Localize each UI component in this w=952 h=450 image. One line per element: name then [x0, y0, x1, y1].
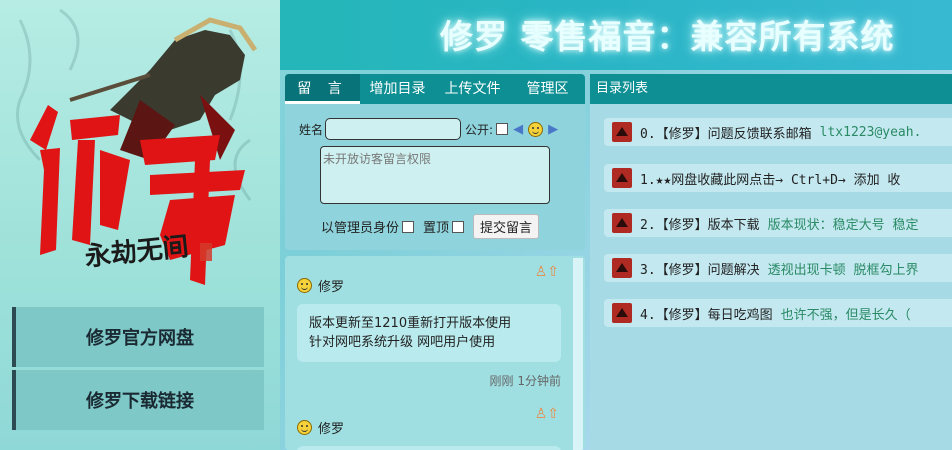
- top-arrow-icon[interactable]: ⇧: [547, 406, 559, 422]
- directory-item-title: 0.【修罗】问题反馈联系邮箱: [640, 126, 812, 142]
- submit-message-button[interactable]: 提交留言: [473, 214, 540, 239]
- smiley-icon: [297, 277, 312, 293]
- admin-checkbox[interactable]: [402, 220, 415, 233]
- directory-item-title: 3.【修罗】问题解决: [640, 262, 760, 278]
- nav-label: 修罗下载链接: [86, 391, 194, 412]
- directory-panel: 目录列表 0.【修罗】问题反馈联系邮箱 ltx1223@yeah. 1.★★网盘…: [590, 74, 952, 450]
- folder-icon: [612, 258, 632, 278]
- pin-checkbox[interactable]: [452, 220, 465, 233]
- submit-row: 以管理员身份 置顶 提交留言: [321, 214, 540, 239]
- message-author: 修罗: [318, 279, 345, 295]
- message-header: 修罗: [297, 418, 561, 437]
- directory-item[interactable]: 4.【修罗】每日吃鸡图 也许不强，但是长久（: [604, 299, 952, 327]
- logo-subtitle: 永劫无间: [84, 232, 191, 273]
- smiley-icon: [297, 419, 312, 435]
- directory-item[interactable]: 0.【修罗】问题反馈联系邮箱 ltx1223@yeah.: [604, 118, 952, 146]
- logo-artwork: 永劫无间: [16, 8, 258, 285]
- message-list: ♙⇧ 修罗 版本更新至1210重新打开版本使用 针对网吧系统升级 网吧用户使用 …: [285, 256, 585, 450]
- list-item: ♙⇧ 修罗 版本更新至1210重新打开版本使用 针对网吧系统升级 网吧用户使用 …: [297, 264, 561, 389]
- directory-item-desc: ltx1223@yeah.: [819, 124, 922, 140]
- scrollbar[interactable]: [573, 258, 583, 450]
- folder-icon: [612, 213, 632, 233]
- nav-official-netdisk[interactable]: 修罗官方网盘: [12, 307, 264, 367]
- user-icon[interactable]: ♙: [535, 406, 548, 422]
- tab-bar: 留 言 增加目录 上传文件 管理区: [285, 74, 585, 104]
- message-time: 刚刚 1分钟前: [489, 374, 561, 388]
- message-body: 版本更新至1210重新打开版本使用 针对网吧系统升级 网吧用户使用: [297, 304, 561, 362]
- message-header: 修罗: [297, 276, 561, 295]
- folder-icon: [612, 303, 632, 323]
- admin-label: 以管理员身份: [321, 221, 400, 236]
- directory-item[interactable]: 3.【修罗】问题解决 透视出现卡顿 脱框勾上界: [604, 254, 952, 282]
- name-label: 姓名: [299, 122, 324, 137]
- nav-download-links[interactable]: 修罗下载链接: [12, 370, 264, 430]
- message-line: 针对网吧系统升级 网吧用户使用: [309, 335, 496, 350]
- folder-icon: [612, 168, 632, 188]
- tab-add-directory[interactable]: 增加目录: [360, 74, 435, 104]
- next-emoji-icon[interactable]: ▶: [548, 122, 558, 137]
- directory-item[interactable]: 1.★★网盘收藏此网点击→ Ctrl+D→ 添加 收: [604, 164, 952, 192]
- smiley-icon[interactable]: [528, 121, 544, 137]
- tab-admin[interactable]: 管理区: [510, 74, 585, 104]
- message-placeholder: 未开放访客留言权限: [323, 152, 432, 166]
- name-row: 姓名 公开: ◀ ▶: [299, 118, 560, 140]
- nav-label: 修罗官方网盘: [86, 328, 194, 349]
- public-label: 公开:: [465, 122, 494, 137]
- message-panel: 留 言 增加目录 上传文件 管理区 姓名 公开: ◀ ▶ 未开放访客留言权限 以…: [285, 74, 585, 250]
- message-textarea[interactable]: 未开放访客留言权限: [320, 146, 550, 204]
- directory-title: 目录列表: [590, 74, 952, 104]
- directory-item-title: 4.【修罗】每日吃鸡图: [640, 307, 773, 323]
- message-line: 版本更新至1210重新打开版本使用: [309, 316, 512, 331]
- message-actions: ♙⇧: [535, 406, 559, 422]
- message-body: [297, 446, 561, 450]
- directory-item-title: 1.★★网盘收藏此网点击→ Ctrl+D→ 添加 收: [640, 172, 901, 188]
- message-author: 修罗: [318, 421, 345, 437]
- directory-item-desc: 透视出现卡顿 脱框勾上界: [767, 262, 919, 278]
- prev-emoji-icon[interactable]: ◀: [513, 122, 523, 137]
- sidebar: 永劫无间 修罗官方网盘 修罗下载链接: [0, 0, 280, 450]
- directory-item-title: 2.【修罗】版本下载: [640, 217, 760, 233]
- directory-item-desc: 版本现状：稳定大号 稳定: [767, 217, 919, 233]
- site-title: 修罗 零售福音：兼容所有系统: [440, 17, 895, 56]
- list-item: ♙⇧ 修罗: [297, 406, 561, 450]
- directory-item[interactable]: 2.【修罗】版本下载 版本现状：稳定大号 稳定: [604, 209, 952, 237]
- public-checkbox[interactable]: [496, 123, 509, 135]
- tab-message[interactable]: 留 言: [285, 74, 360, 104]
- name-input[interactable]: [325, 118, 462, 140]
- header: 修罗 零售福音：兼容所有系统: [280, 0, 952, 70]
- message-actions: ♙⇧: [535, 264, 559, 280]
- tab-upload-file[interactable]: 上传文件: [435, 74, 510, 104]
- pin-label: 置顶: [423, 221, 450, 236]
- directory-item-desc: 也许不强，但是长久（: [780, 307, 911, 323]
- folder-icon: [612, 122, 632, 142]
- user-icon[interactable]: ♙: [535, 264, 548, 280]
- top-arrow-icon[interactable]: ⇧: [547, 264, 559, 280]
